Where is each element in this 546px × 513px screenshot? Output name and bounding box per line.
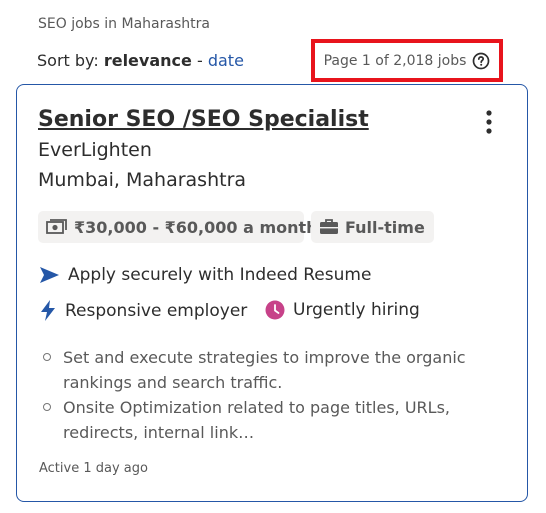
job-type-text: Full-time bbox=[345, 217, 425, 237]
company-name: EverLighten bbox=[38, 139, 152, 161]
bullet-icon bbox=[43, 395, 53, 445]
active-date: Active 1 day ago bbox=[39, 461, 148, 476]
urgent-attribute: Urgently hiring bbox=[265, 300, 420, 320]
bullet-icon bbox=[43, 345, 53, 395]
salary-text: ₹30,000 - ₹60,000 a month bbox=[74, 217, 318, 237]
sort-control: Sort by: relevance - date bbox=[37, 51, 244, 70]
sort-separator: - bbox=[196, 51, 203, 70]
clock-icon bbox=[265, 300, 285, 320]
job-location: Mumbai, Maharashtra bbox=[38, 169, 247, 191]
sort-date-link[interactable]: date bbox=[208, 51, 244, 70]
apply-text: Apply securely with Indeed Resume bbox=[68, 265, 372, 285]
help-circle-icon[interactable] bbox=[472, 52, 490, 70]
snippet-item: Set and execute strategies to improve th… bbox=[43, 345, 503, 395]
job-snippet: Set and execute strategies to improve th… bbox=[43, 345, 503, 445]
send-arrow-icon bbox=[40, 267, 59, 283]
kebab-menu-icon[interactable] bbox=[481, 109, 497, 135]
page-count-highlight: Page 1 of 2,018 jobs bbox=[311, 39, 503, 82]
salary-tag: ₹30,000 - ₹60,000 a month bbox=[38, 211, 318, 243]
snippet-item: Onsite Optimization related to page titl… bbox=[43, 395, 503, 445]
urgent-text: Urgently hiring bbox=[293, 300, 420, 320]
responsive-attribute: Responsive employer bbox=[39, 300, 247, 321]
apply-attribute: Apply securely with Indeed Resume bbox=[39, 265, 371, 285]
sort-label: Sort by: bbox=[37, 51, 99, 70]
job-title-link[interactable]: Senior SEO /SEO Specialist bbox=[38, 107, 369, 132]
page-count-text: Page 1 of 2,018 jobs bbox=[323, 52, 467, 69]
money-icon bbox=[46, 219, 67, 234]
lightning-bolt-icon bbox=[41, 300, 55, 321]
snippet-text: Set and execute strategies to improve th… bbox=[63, 348, 466, 392]
snippet-text: Onsite Optimization related to page titl… bbox=[63, 398, 450, 442]
briefcase-icon bbox=[320, 219, 338, 234]
sort-relevance[interactable]: relevance bbox=[104, 51, 192, 70]
breadcrumb: SEO jobs in Maharashtra bbox=[38, 16, 210, 32]
job-type-tag: Full-time bbox=[311, 211, 434, 243]
job-card[interactable]: Senior SEO /SEO Specialist EverLighten M… bbox=[16, 84, 528, 502]
responsive-text: Responsive employer bbox=[65, 300, 248, 321]
